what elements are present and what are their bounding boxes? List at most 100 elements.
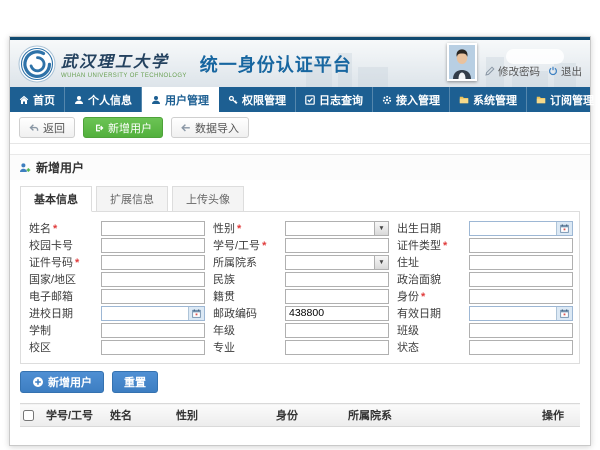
grade-input[interactable] <box>285 323 389 338</box>
data-import-button[interactable]: 数据导入 <box>171 117 249 138</box>
field-label: 班级 <box>397 322 469 338</box>
field-label: 状态 <box>397 339 469 355</box>
native-place-input[interactable] <box>285 289 389 304</box>
class-input[interactable] <box>469 323 573 338</box>
required-asterisk: * <box>421 291 425 303</box>
name-input[interactable] <box>101 221 205 236</box>
tab-personal-info[interactable]: 个人信息 <box>65 87 142 112</box>
page: 武汉理工大学 WUHAN UNIVERSITY OF TECHNOLOGY 统一… <box>0 0 600 450</box>
field-campus-card: 校园卡号 <box>29 237 205 253</box>
campus-input[interactable] <box>101 340 205 355</box>
field-label: 姓名* <box>29 220 101 236</box>
valid-date-input[interactable] <box>470 307 556 320</box>
field-label: 学号/工号* <box>213 237 285 253</box>
tab-log-query[interactable]: 日志查询 <box>296 87 373 112</box>
field-major: 专业 <box>213 339 389 355</box>
nav-bar: 首页个人信息用户管理权限管理日志查询接入管理系统管理订阅管理 <box>10 87 590 112</box>
change-password-link[interactable]: 修改密码 <box>485 64 540 79</box>
logout-link[interactable]: 退出 <box>548 64 582 79</box>
select-all-checkbox[interactable] <box>23 410 34 421</box>
field-label: 有效日期 <box>397 305 469 321</box>
calendar-icon[interactable] <box>556 222 572 235</box>
reset-button-label: 重置 <box>124 374 146 390</box>
field-status: 状态 <box>397 339 573 355</box>
section-title: 新增用户 <box>36 159 84 176</box>
identity-input[interactable] <box>469 289 573 304</box>
field-label: 学制 <box>29 322 101 338</box>
field-label: 电子邮箱 <box>29 288 101 304</box>
campus-card-input[interactable] <box>101 238 205 253</box>
select-value <box>286 222 374 235</box>
country-region-input[interactable] <box>101 272 205 287</box>
add-user-button[interactable]: 新增用户 <box>83 117 163 138</box>
study-length-input[interactable] <box>101 323 205 338</box>
table-header-name: 姓名 <box>106 404 172 427</box>
enroll-date-input[interactable] <box>102 307 188 320</box>
required-asterisk: * <box>75 257 79 269</box>
avatar[interactable] <box>447 43 477 81</box>
id-type-input[interactable] <box>469 238 573 253</box>
form-tab-upload-avatar[interactable]: 上传头像 <box>172 186 244 212</box>
field-label: 校园卡号 <box>29 237 101 253</box>
table-empty-row <box>20 427 580 441</box>
postal-code-input[interactable] <box>285 306 389 321</box>
tab-label: 权限管理 <box>242 92 286 108</box>
field-label: 籍贯 <box>213 288 285 304</box>
field-department: 所属院系▼ <box>213 254 389 270</box>
address-input[interactable] <box>469 255 573 270</box>
reset-button[interactable]: 重置 <box>112 371 158 393</box>
field-student-id: 学号/工号* <box>213 237 389 253</box>
id-number-input[interactable] <box>101 255 205 270</box>
form-tabs: 基本信息扩展信息上传头像 <box>20 180 580 211</box>
university-name-en: WUHAN UNIVERSITY OF TECHNOLOGY <box>61 73 187 79</box>
back-button[interactable]: 返回 <box>19 117 75 138</box>
tab-home[interactable]: 首页 <box>10 87 65 112</box>
field-label: 校区 <box>29 339 101 355</box>
calendar-icon[interactable] <box>188 307 204 320</box>
back-arrow-icon <box>29 123 39 133</box>
export-icon <box>94 123 104 133</box>
field-campus: 校区 <box>29 339 205 355</box>
field-email: 电子邮箱 <box>29 288 205 304</box>
field-grade: 年级 <box>213 322 389 338</box>
user-icon <box>151 95 161 105</box>
field-identity: 身份* <box>397 288 573 304</box>
major-input[interactable] <box>285 340 389 355</box>
field-valid-date: 有效日期 <box>397 305 573 321</box>
required-asterisk: * <box>262 240 266 252</box>
tab-subscription-mgmt[interactable]: 订阅管理 <box>527 87 600 112</box>
tab-system-mgmt[interactable]: 系统管理 <box>450 87 527 112</box>
app-window: 武汉理工大学 WUHAN UNIVERSITY OF TECHNOLOGY 统一… <box>9 36 591 446</box>
pencil-icon <box>485 66 495 76</box>
field-country-region: 国家/地区 <box>29 271 205 287</box>
birth-date-input[interactable] <box>470 222 556 235</box>
add-user-button-label: 新增用户 <box>108 120 152 136</box>
required-asterisk: * <box>443 240 447 252</box>
student-id-input[interactable] <box>285 238 389 253</box>
back-button-label: 返回 <box>43 120 65 136</box>
political-status-input[interactable] <box>469 272 573 287</box>
tab-label: 系统管理 <box>473 92 517 108</box>
email-input[interactable] <box>101 289 205 304</box>
form-tab-extended-info[interactable]: 扩展信息 <box>96 186 168 212</box>
table-header-row: 学号/工号姓名性别身份所属院系操作 <box>20 404 580 427</box>
field-political-status: 政治面貌 <box>397 271 573 287</box>
status-input[interactable] <box>469 340 573 355</box>
chevron-down-icon[interactable]: ▼ <box>374 222 388 235</box>
tab-permission-mgmt[interactable]: 权限管理 <box>219 87 296 112</box>
calendar-icon[interactable] <box>556 307 572 320</box>
tab-user-mgmt[interactable]: 用户管理 <box>142 87 219 112</box>
form-tab-basic-info[interactable]: 基本信息 <box>20 186 92 212</box>
toolbar: 返回 新增用户 数据导入 <box>10 112 590 144</box>
table-header-gender: 性别 <box>172 404 272 427</box>
chevron-down-icon[interactable]: ▼ <box>374 256 388 269</box>
field-birth-date: 出生日期 <box>397 220 573 236</box>
header: 武汉理工大学 WUHAN UNIVERSITY OF TECHNOLOGY 统一… <box>10 40 590 87</box>
field-postal-code: 邮政编码 <box>213 305 389 321</box>
tab-access-mgmt[interactable]: 接入管理 <box>373 87 450 112</box>
ethnicity-input[interactable] <box>285 272 389 287</box>
add-user-icon <box>19 162 31 174</box>
department-select[interactable]: ▼ <box>285 255 389 270</box>
submit-add-user-button[interactable]: 新增用户 <box>20 371 104 393</box>
gender-select[interactable]: ▼ <box>285 221 389 236</box>
